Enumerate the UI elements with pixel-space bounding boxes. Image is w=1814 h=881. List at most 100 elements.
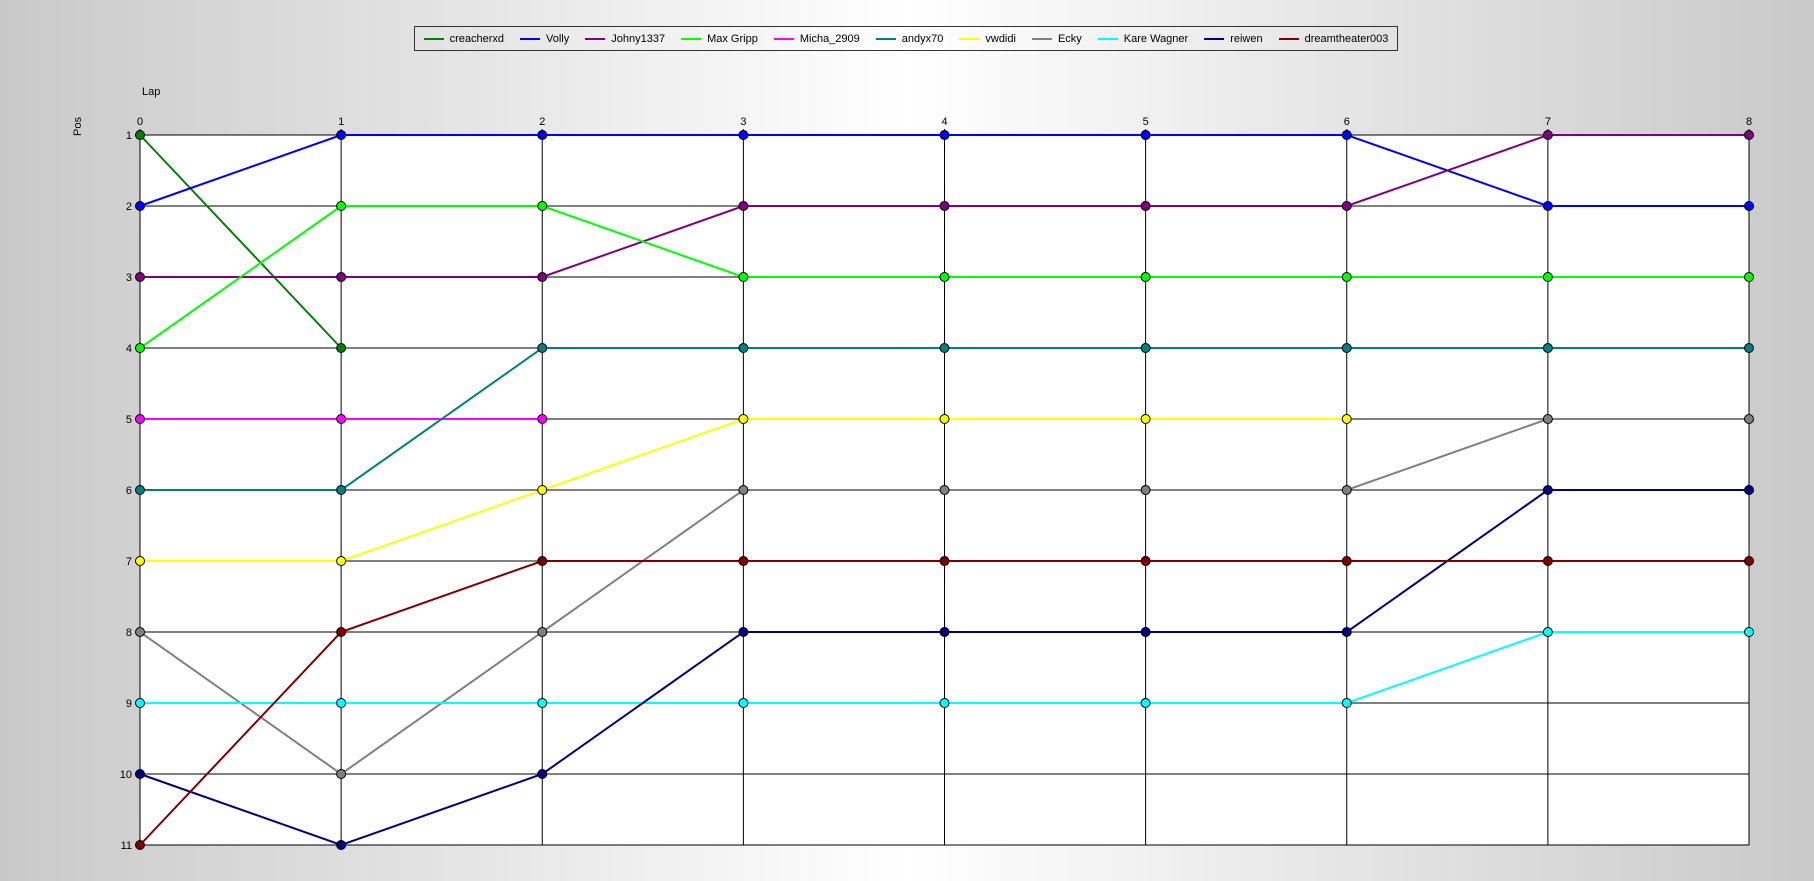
data-point <box>135 414 145 424</box>
data-point <box>336 130 347 140</box>
data-point <box>336 840 347 850</box>
y-tick-label: 8 <box>126 627 132 639</box>
position-chart: 12345678910110 1 2 3 4 5 6 7 8 <box>120 116 1754 852</box>
data-point <box>1140 201 1151 211</box>
data-point <box>1140 556 1151 566</box>
y-tick-label: 7 <box>126 556 132 568</box>
y-tick-label: 11 <box>121 840 132 852</box>
data-point <box>1140 414 1151 424</box>
data-point <box>537 769 548 779</box>
data-point <box>939 627 950 637</box>
data-point <box>738 556 749 566</box>
data-point <box>537 414 548 424</box>
y-tick-label: 3 <box>126 272 132 284</box>
data-point <box>135 272 145 282</box>
data-point <box>537 698 548 708</box>
data-point <box>135 343 145 353</box>
data-point <box>1140 343 1151 353</box>
data-point <box>738 343 749 353</box>
data-point <box>939 556 950 566</box>
data-point <box>1140 698 1151 708</box>
data-point <box>1744 556 1754 566</box>
data-point <box>1542 130 1553 140</box>
y-tick-label: 1 <box>126 130 132 142</box>
x-tick-label: 2 <box>539 116 545 128</box>
data-point <box>939 201 950 211</box>
data-point <box>1341 343 1352 353</box>
data-point <box>1140 130 1151 140</box>
data-point <box>1341 272 1352 282</box>
data-point <box>1744 343 1754 353</box>
data-point <box>738 485 749 495</box>
x-tick-label: 7 <box>1545 116 1551 128</box>
data-point <box>135 840 145 850</box>
y-tick-label: 9 <box>126 698 132 710</box>
data-point <box>1744 627 1754 637</box>
x-tick-label: 6 <box>1344 116 1350 128</box>
data-point <box>738 130 749 140</box>
x-tick-label: 3 <box>740 116 746 128</box>
data-point <box>1341 130 1352 140</box>
data-point <box>135 485 145 495</box>
data-point <box>939 272 950 282</box>
data-point <box>537 130 548 140</box>
data-point <box>1341 556 1352 566</box>
data-point <box>1140 272 1151 282</box>
data-point <box>1341 414 1352 424</box>
data-point <box>1744 485 1754 495</box>
data-point <box>1341 485 1352 495</box>
y-tick-label: 6 <box>126 485 132 497</box>
data-point <box>738 272 749 282</box>
x-tick-label: 1 <box>338 116 344 128</box>
y-tick-label: 5 <box>126 414 132 426</box>
data-point <box>1744 201 1754 211</box>
data-point <box>939 485 950 495</box>
data-point <box>738 414 749 424</box>
data-point <box>336 769 347 779</box>
data-point <box>537 343 548 353</box>
data-point <box>336 414 347 424</box>
data-point <box>537 201 548 211</box>
data-point <box>738 201 749 211</box>
data-point <box>336 272 347 282</box>
data-point <box>537 556 548 566</box>
data-point <box>135 698 145 708</box>
data-point <box>1341 201 1352 211</box>
data-point <box>336 201 347 211</box>
data-point <box>1744 130 1754 140</box>
data-point <box>1542 272 1553 282</box>
data-point <box>1542 485 1553 495</box>
data-point <box>336 698 347 708</box>
x-tick-label: 0 <box>137 116 143 128</box>
data-point <box>135 627 145 637</box>
data-point <box>1542 343 1553 353</box>
data-point <box>738 627 749 637</box>
data-point <box>135 130 145 140</box>
data-point <box>336 343 347 353</box>
data-point <box>1542 627 1553 637</box>
data-point <box>1744 272 1754 282</box>
data-point <box>537 272 548 282</box>
data-point <box>738 698 749 708</box>
y-tick-label: 2 <box>126 201 132 213</box>
data-point <box>135 769 145 779</box>
data-point <box>939 698 950 708</box>
data-point <box>537 627 548 637</box>
data-point <box>1140 627 1151 637</box>
data-point <box>1341 627 1352 637</box>
data-point <box>1140 485 1151 495</box>
x-tick-label: 5 <box>1143 116 1149 128</box>
data-point <box>939 414 950 424</box>
y-tick-label: 10 <box>120 769 132 781</box>
data-point <box>135 201 145 211</box>
y-tick-label: 4 <box>126 343 132 355</box>
data-point <box>939 130 950 140</box>
x-tick-label: 8 <box>1746 116 1752 128</box>
data-point <box>939 343 950 353</box>
data-point <box>336 627 347 637</box>
data-point <box>1542 556 1553 566</box>
data-point <box>1542 414 1553 424</box>
data-point <box>135 556 145 566</box>
x-tick-label: 4 <box>941 116 947 128</box>
data-point <box>336 556 347 566</box>
